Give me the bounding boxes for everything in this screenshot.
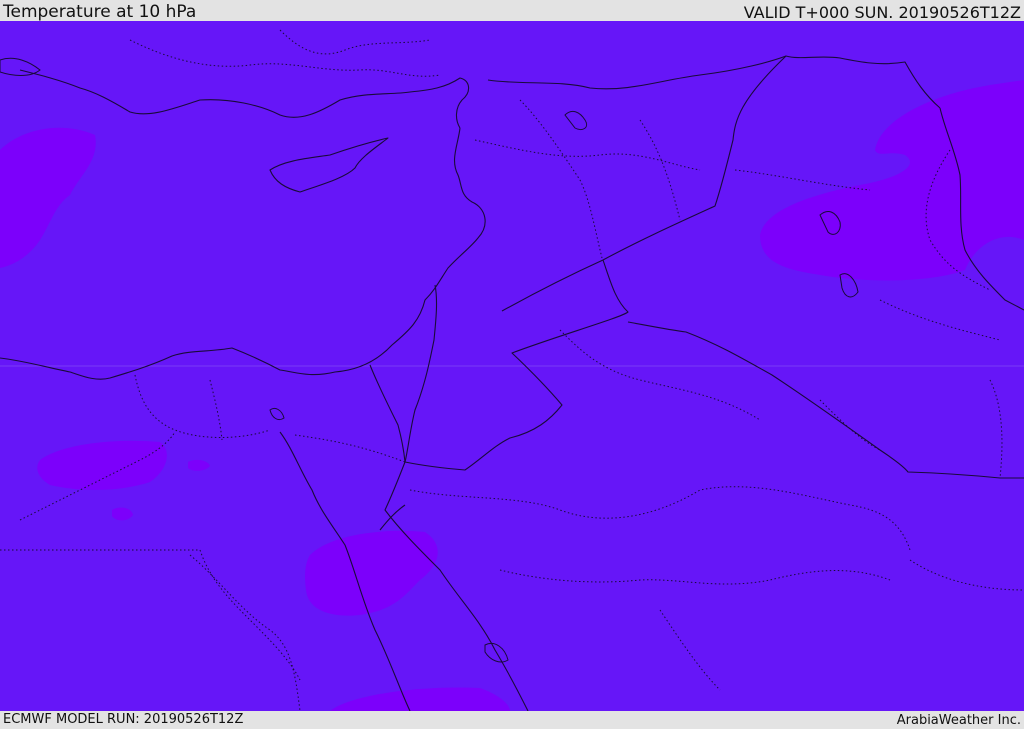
footer-bar: ECMWF MODEL RUN: 20190526T12Z ArabiaWeat… xyxy=(0,711,1024,729)
valid-time: VALID T+000 SUN. 20190526T12Z xyxy=(743,3,1021,22)
map-title: Temperature at 10 hPa xyxy=(3,2,197,22)
map-canvas xyxy=(0,21,1024,711)
weather-map[interactable] xyxy=(0,21,1024,711)
credit-label: ArabiaWeather Inc. xyxy=(896,713,1021,728)
header-bar: Temperature at 10 hPa VALID T+000 SUN. 2… xyxy=(0,0,1024,21)
model-run-label: ECMWF MODEL RUN: 20190526T12Z xyxy=(3,712,244,727)
